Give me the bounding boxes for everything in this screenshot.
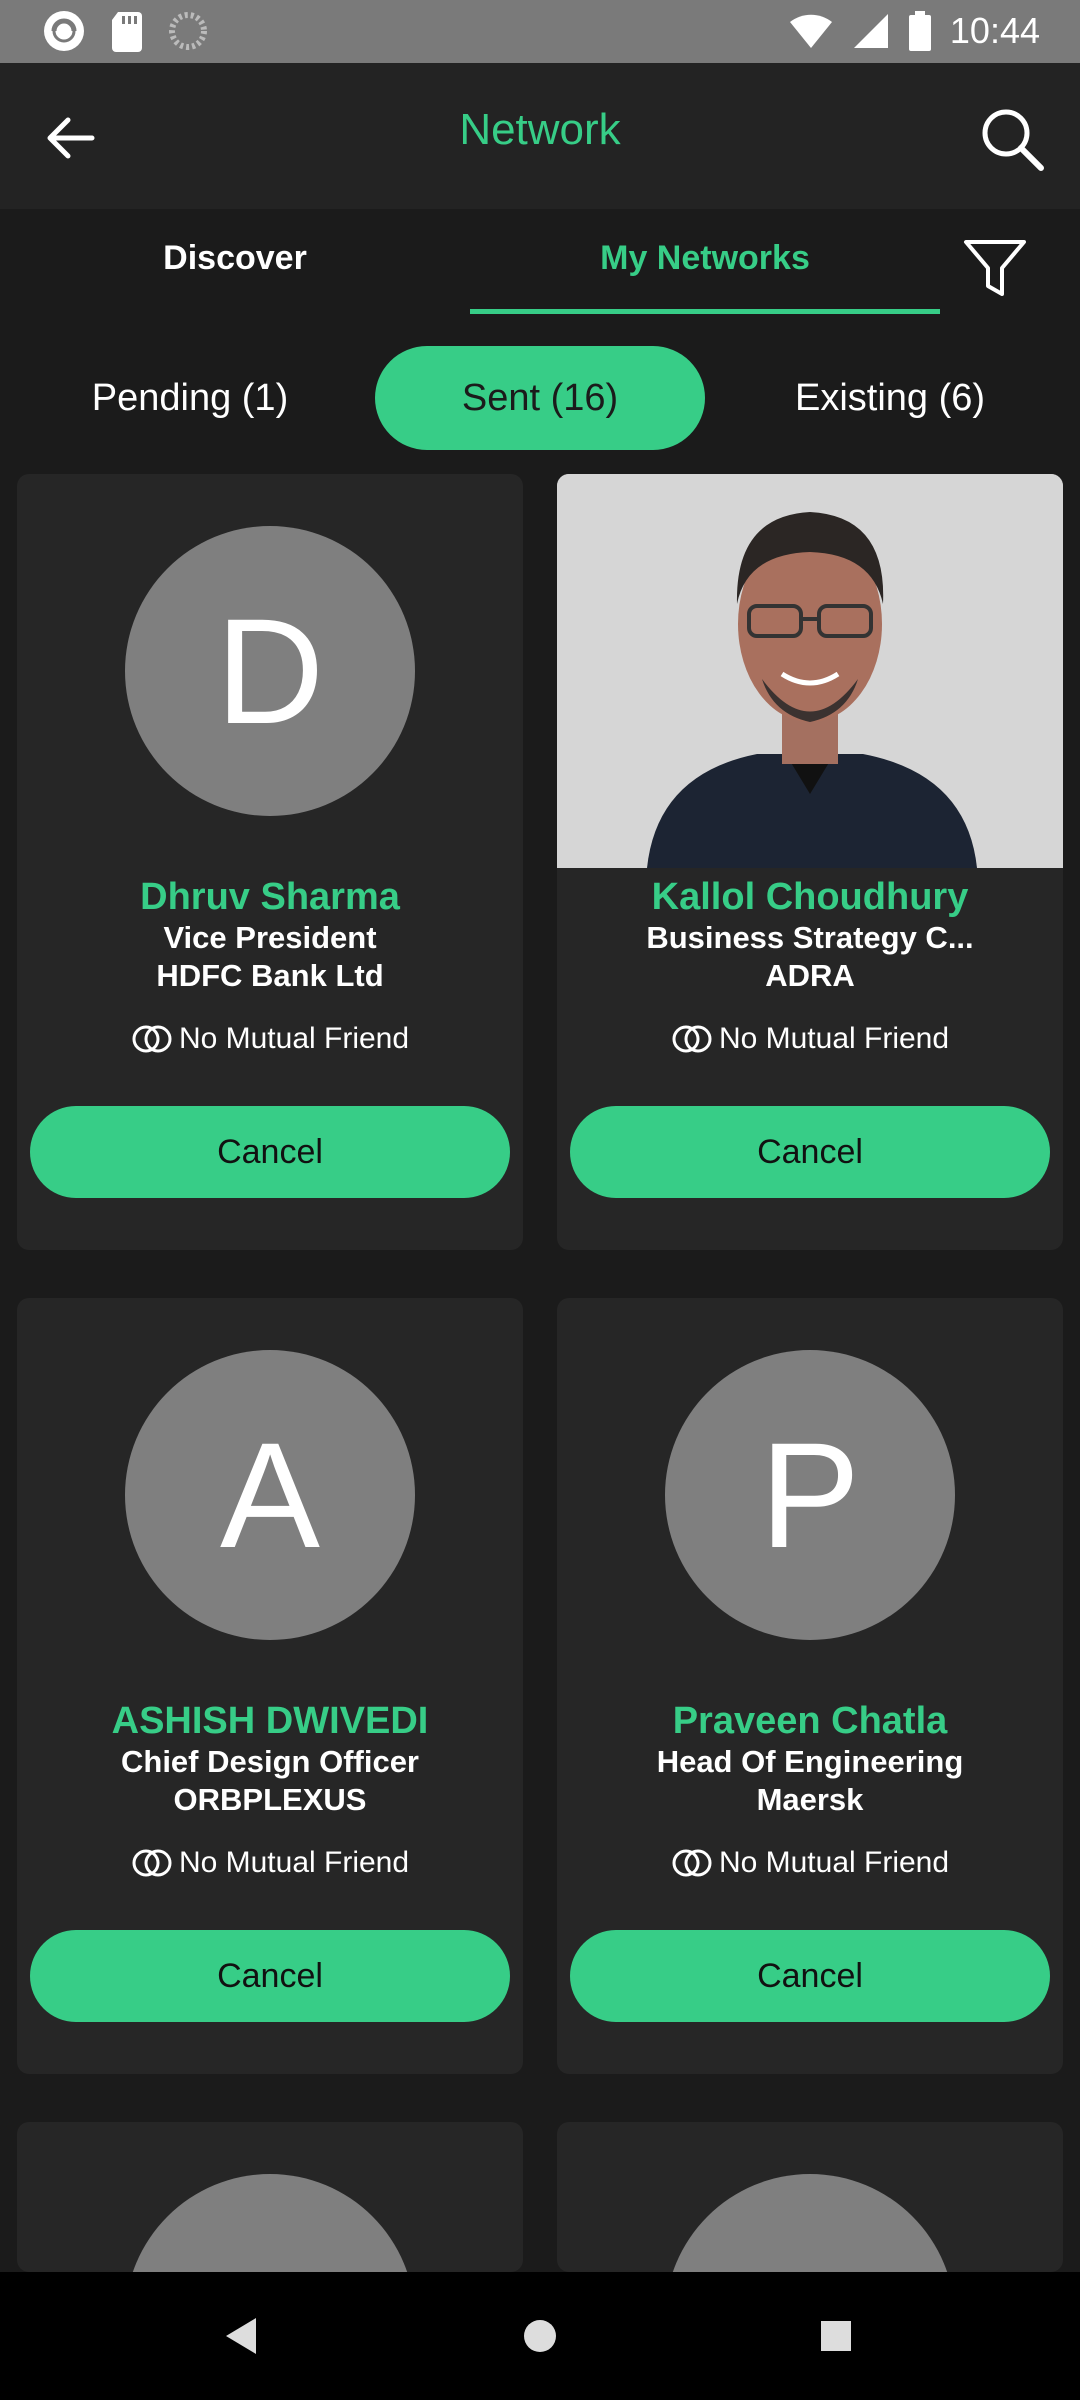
person-role: Head Of Engineering <box>656 1744 964 1779</box>
avatar: A <box>125 1350 415 1640</box>
person-company: ADRA <box>765 958 855 993</box>
mutual-friends: No Mutual Friend <box>17 1022 523 1056</box>
mutual-friends: No Mutual Friend <box>557 1022 1063 1056</box>
mutual-friends-label: No Mutual Friend <box>178 1022 410 1055</box>
mutual-friends-icon <box>672 1025 712 1053</box>
app-bar: Network <box>0 63 1080 209</box>
status-icons-right: 10:44 <box>788 6 1040 56</box>
avatar: D <box>125 526 415 816</box>
cancel-request-button[interactable]: Cancel <box>570 1930 1050 2022</box>
person-role: Chief Design Officer <box>121 1744 419 1779</box>
network-tabs: Discover My Networks <box>0 209 1080 329</box>
mutual-friends-icon <box>132 1025 172 1053</box>
app-icon <box>44 11 84 51</box>
loading-icon <box>169 12 207 50</box>
person-company: Maersk <box>756 1782 864 1817</box>
connection-card: A ASHISH DWIVEDI Chief Design Officer OR… <box>17 1298 523 2074</box>
connection-card: P Praveen Chatla Head Of Engineering Mae… <box>557 1298 1063 2074</box>
mutual-friends: No Mutual Friend <box>17 1846 523 1880</box>
person-role: Business Strategy C... <box>646 920 974 955</box>
profile-photo <box>557 474 1063 868</box>
avatar <box>125 2174 415 2272</box>
tab-discover[interactable]: Discover <box>70 239 400 299</box>
signal-icon <box>853 14 888 48</box>
nav-back-icon <box>226 2318 256 2354</box>
filter-icon <box>964 240 1026 296</box>
search-icon <box>982 109 1044 171</box>
connection-card: D Dhruv Sharma Vice President HDFC Bank … <box>17 474 523 1250</box>
filter-button[interactable] <box>955 229 1035 309</box>
active-tab-indicator <box>470 309 940 314</box>
mutual-friends-label: No Mutual Friend <box>718 1022 950 1055</box>
person-company: ORBPLEXUS <box>173 1782 367 1817</box>
nav-recents-button[interactable] <box>796 2296 876 2376</box>
person-photo-icon <box>557 474 1063 868</box>
chip-sent[interactable]: Sent (16) <box>375 346 705 450</box>
mutual-friends-icon <box>132 1849 172 1877</box>
mutual-friends: No Mutual Friend <box>557 1846 1063 1880</box>
connection-card-partial <box>557 2122 1063 2272</box>
person-name[interactable]: Dhruv Sharma <box>27 876 513 919</box>
connection-card: Kallol Choudhury Business Strategy C... … <box>557 474 1063 1250</box>
connection-card-partial <box>17 2122 523 2272</box>
mutual-friends-icon <box>672 1849 712 1877</box>
mutual-friends-label: No Mutual Friend <box>178 1846 410 1879</box>
cancel-request-button[interactable]: Cancel <box>30 1106 510 1198</box>
person-company: HDFC Bank Ltd <box>156 958 384 993</box>
avatar: P <box>665 1350 955 1640</box>
nav-home-button[interactable] <box>500 2296 580 2376</box>
system-nav-bar <box>0 2272 1080 2400</box>
chip-existing[interactable]: Existing (6) <box>740 346 1040 450</box>
sd-card-icon <box>112 12 142 52</box>
chip-pending[interactable]: Pending (1) <box>40 346 340 450</box>
search-button[interactable] <box>972 99 1052 179</box>
cancel-request-button[interactable]: Cancel <box>570 1106 1050 1198</box>
person-name[interactable]: ASHISH DWIVEDI <box>27 1700 513 1743</box>
wifi-icon <box>789 14 832 48</box>
mutual-friends-label: No Mutual Friend <box>718 1846 950 1879</box>
cancel-request-button[interactable]: Cancel <box>30 1930 510 2022</box>
status-bar: 10:44 <box>0 0 1080 63</box>
person-role: Vice President <box>163 920 377 955</box>
page-title: Network <box>459 105 621 154</box>
nav-home-icon <box>524 2320 556 2352</box>
person-name[interactable]: Praveen Chatla <box>567 1700 1053 1743</box>
avatar <box>665 2174 955 2272</box>
nav-recents-icon <box>821 2321 851 2351</box>
status-icons-left <box>40 6 208 56</box>
person-name[interactable]: Kallol Choudhury <box>567 876 1053 919</box>
tab-my-networks[interactable]: My Networks <box>470 239 940 299</box>
nav-back-button[interactable] <box>200 2296 280 2376</box>
status-time: 10:44 <box>949 10 1040 51</box>
battery-icon <box>908 11 931 51</box>
